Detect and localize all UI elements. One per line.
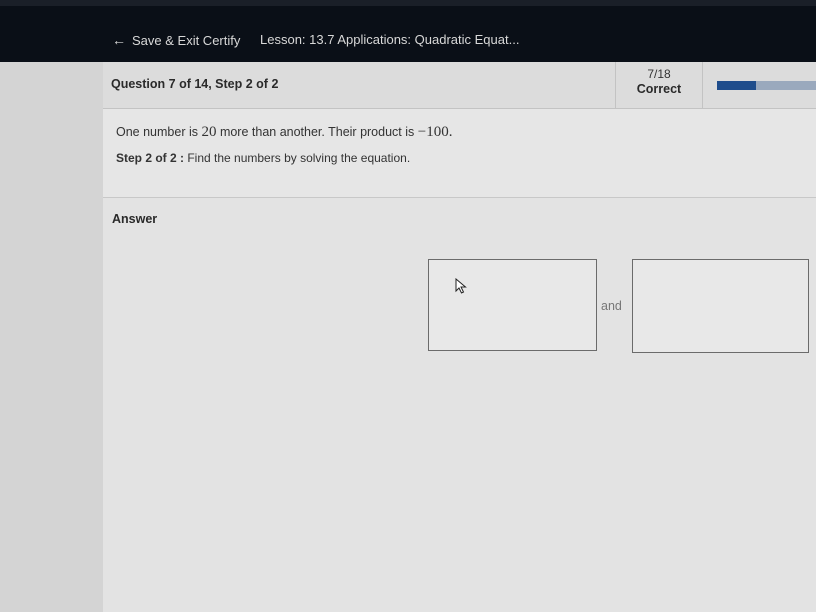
score-label: Correct <box>636 82 682 96</box>
save-exit-link[interactable]: ← Save & Exit Certify <box>112 31 240 49</box>
question-panel: Question 7 of 14, Step 2 of 2 7/18 Corre… <box>103 62 816 612</box>
statement-number-2: −100. <box>417 124 453 140</box>
question-header: Question 7 of 14, Step 2 of 2 7/18 Corre… <box>103 62 816 109</box>
score-fraction: 7/18 <box>647 67 671 81</box>
top-bar: ← Save & Exit Certify Lesson: 13.7 Appli… <box>0 0 816 62</box>
step-instruction: Step 2 of 2 : Find the numbers by solvin… <box>116 151 410 165</box>
left-gutter <box>0 62 103 612</box>
step-label: Step 2 of 2 : <box>116 151 185 165</box>
browser-url-strip <box>0 0 816 6</box>
statement-number-1: 20 <box>201 124 217 140</box>
problem-section: One number is 20 more than another. Thei… <box>103 109 816 198</box>
lesson-title: Lesson: 13.7 Applications: Quadratic Equ… <box>260 32 520 47</box>
step-text: Find the numbers by solving the equation… <box>184 151 411 165</box>
save-exit-label: Save & Exit Certify <box>132 32 241 48</box>
statement-text-2: more than another. Their product is <box>216 125 418 139</box>
score-box: 7/18 Correct <box>615 62 703 108</box>
left-arrow-icon: ← <box>112 32 126 48</box>
statement-text-1: One number is <box>116 125 202 139</box>
mouse-pointer-icon <box>455 278 467 294</box>
progress-bar <box>717 81 816 90</box>
question-title: Question 7 of 14, Step 2 of 2 <box>111 77 279 91</box>
second-number-input[interactable] <box>632 259 809 353</box>
and-connector: and <box>601 299 622 313</box>
progress-fill <box>717 81 756 90</box>
answer-label: Answer <box>112 212 158 226</box>
problem-statement: One number is 20 more than another. Thei… <box>116 124 452 141</box>
first-number-input[interactable] <box>428 259 597 351</box>
